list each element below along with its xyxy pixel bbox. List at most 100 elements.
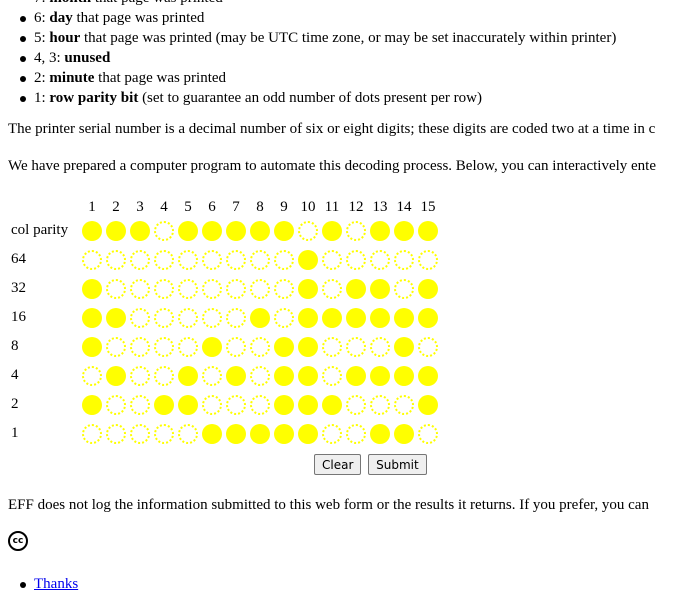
dot-empty[interactable]	[322, 278, 342, 299]
dot-filled[interactable]	[106, 220, 126, 241]
dot-filled[interactable]	[298, 278, 318, 299]
dot-empty[interactable]	[322, 365, 342, 386]
dot-empty[interactable]	[394, 278, 414, 299]
dot-empty[interactable]	[346, 249, 366, 270]
dot-empty[interactable]	[130, 278, 150, 299]
dot-empty[interactable]	[106, 249, 126, 270]
dot-empty[interactable]	[394, 394, 414, 415]
dot-filled[interactable]	[298, 336, 318, 357]
clear-button[interactable]: Clear	[314, 454, 362, 475]
dot-empty[interactable]	[130, 249, 150, 270]
dot-filled[interactable]	[250, 423, 270, 444]
dot-empty[interactable]	[202, 278, 222, 299]
dot-filled[interactable]	[418, 394, 438, 415]
dot-empty[interactable]	[346, 220, 366, 241]
dot-filled[interactable]	[178, 220, 198, 241]
dot-empty[interactable]	[274, 249, 294, 270]
submit-button[interactable]: Submit	[368, 454, 427, 475]
dot-empty[interactable]	[178, 307, 198, 328]
dot-filled[interactable]	[418, 220, 438, 241]
dot-filled[interactable]	[154, 394, 174, 415]
dot-empty[interactable]	[418, 423, 438, 444]
dot-empty[interactable]	[418, 336, 438, 357]
dot-empty[interactable]	[130, 394, 150, 415]
dot-filled[interactable]	[202, 423, 222, 444]
dot-empty[interactable]	[154, 249, 174, 270]
dot-filled[interactable]	[298, 249, 318, 270]
dot-filled[interactable]	[370, 307, 390, 328]
dot-empty[interactable]	[322, 249, 342, 270]
dot-filled[interactable]	[226, 220, 246, 241]
dot-empty[interactable]	[370, 249, 390, 270]
dot-filled[interactable]	[250, 220, 270, 241]
dot-empty[interactable]	[106, 336, 126, 357]
dot-filled[interactable]	[226, 365, 246, 386]
dot-empty[interactable]	[106, 394, 126, 415]
dot-empty[interactable]	[82, 423, 102, 444]
dot-empty[interactable]	[202, 365, 222, 386]
dot-filled[interactable]	[250, 307, 270, 328]
dot-empty[interactable]	[202, 249, 222, 270]
dot-empty[interactable]	[250, 336, 270, 357]
dot-empty[interactable]	[322, 423, 342, 444]
dot-empty[interactable]	[82, 365, 102, 386]
dot-filled[interactable]	[178, 394, 198, 415]
dot-empty[interactable]	[178, 336, 198, 357]
dot-empty[interactable]	[178, 249, 198, 270]
dot-empty[interactable]	[250, 365, 270, 386]
dot-empty[interactable]	[178, 423, 198, 444]
dot-filled[interactable]	[82, 394, 102, 415]
dot-empty[interactable]	[418, 249, 438, 270]
dot-empty[interactable]	[106, 278, 126, 299]
dot-empty[interactable]	[154, 278, 174, 299]
dot-empty[interactable]	[106, 423, 126, 444]
dot-filled[interactable]	[394, 365, 414, 386]
dot-filled[interactable]	[130, 220, 150, 241]
dot-filled[interactable]	[418, 307, 438, 328]
dot-empty[interactable]	[130, 423, 150, 444]
dot-empty[interactable]	[226, 249, 246, 270]
dot-empty[interactable]	[346, 336, 366, 357]
dot-filled[interactable]	[298, 423, 318, 444]
dot-filled[interactable]	[370, 423, 390, 444]
dot-empty[interactable]	[154, 423, 174, 444]
dot-filled[interactable]	[274, 336, 294, 357]
dot-empty[interactable]	[226, 394, 246, 415]
dot-empty[interactable]	[154, 307, 174, 328]
dot-filled[interactable]	[370, 365, 390, 386]
dot-empty[interactable]	[370, 394, 390, 415]
dot-filled[interactable]	[298, 365, 318, 386]
dot-filled[interactable]	[346, 278, 366, 299]
dot-filled[interactable]	[346, 307, 366, 328]
dot-filled[interactable]	[322, 307, 342, 328]
dot-empty[interactable]	[274, 278, 294, 299]
dot-empty[interactable]	[226, 307, 246, 328]
dot-filled[interactable]	[274, 394, 294, 415]
dot-empty[interactable]	[202, 307, 222, 328]
dot-filled[interactable]	[202, 336, 222, 357]
dot-filled[interactable]	[226, 423, 246, 444]
dot-filled[interactable]	[274, 220, 294, 241]
dot-filled[interactable]	[106, 307, 126, 328]
dot-filled[interactable]	[298, 394, 318, 415]
dot-filled[interactable]	[274, 365, 294, 386]
dot-filled[interactable]	[274, 423, 294, 444]
dot-filled[interactable]	[178, 365, 198, 386]
dot-empty[interactable]	[226, 278, 246, 299]
dot-empty[interactable]	[178, 278, 198, 299]
dot-empty[interactable]	[130, 307, 150, 328]
dot-empty[interactable]	[202, 394, 222, 415]
dot-empty[interactable]	[346, 423, 366, 444]
dot-empty[interactable]	[298, 220, 318, 241]
dot-filled[interactable]	[82, 278, 102, 299]
dot-empty[interactable]	[154, 365, 174, 386]
dot-filled[interactable]	[322, 220, 342, 241]
dot-empty[interactable]	[130, 336, 150, 357]
dot-empty[interactable]	[130, 365, 150, 386]
dot-empty[interactable]	[394, 249, 414, 270]
dot-filled[interactable]	[394, 423, 414, 444]
dot-empty[interactable]	[250, 394, 270, 415]
dot-filled[interactable]	[394, 336, 414, 357]
dot-filled[interactable]	[298, 307, 318, 328]
dot-empty[interactable]	[82, 249, 102, 270]
